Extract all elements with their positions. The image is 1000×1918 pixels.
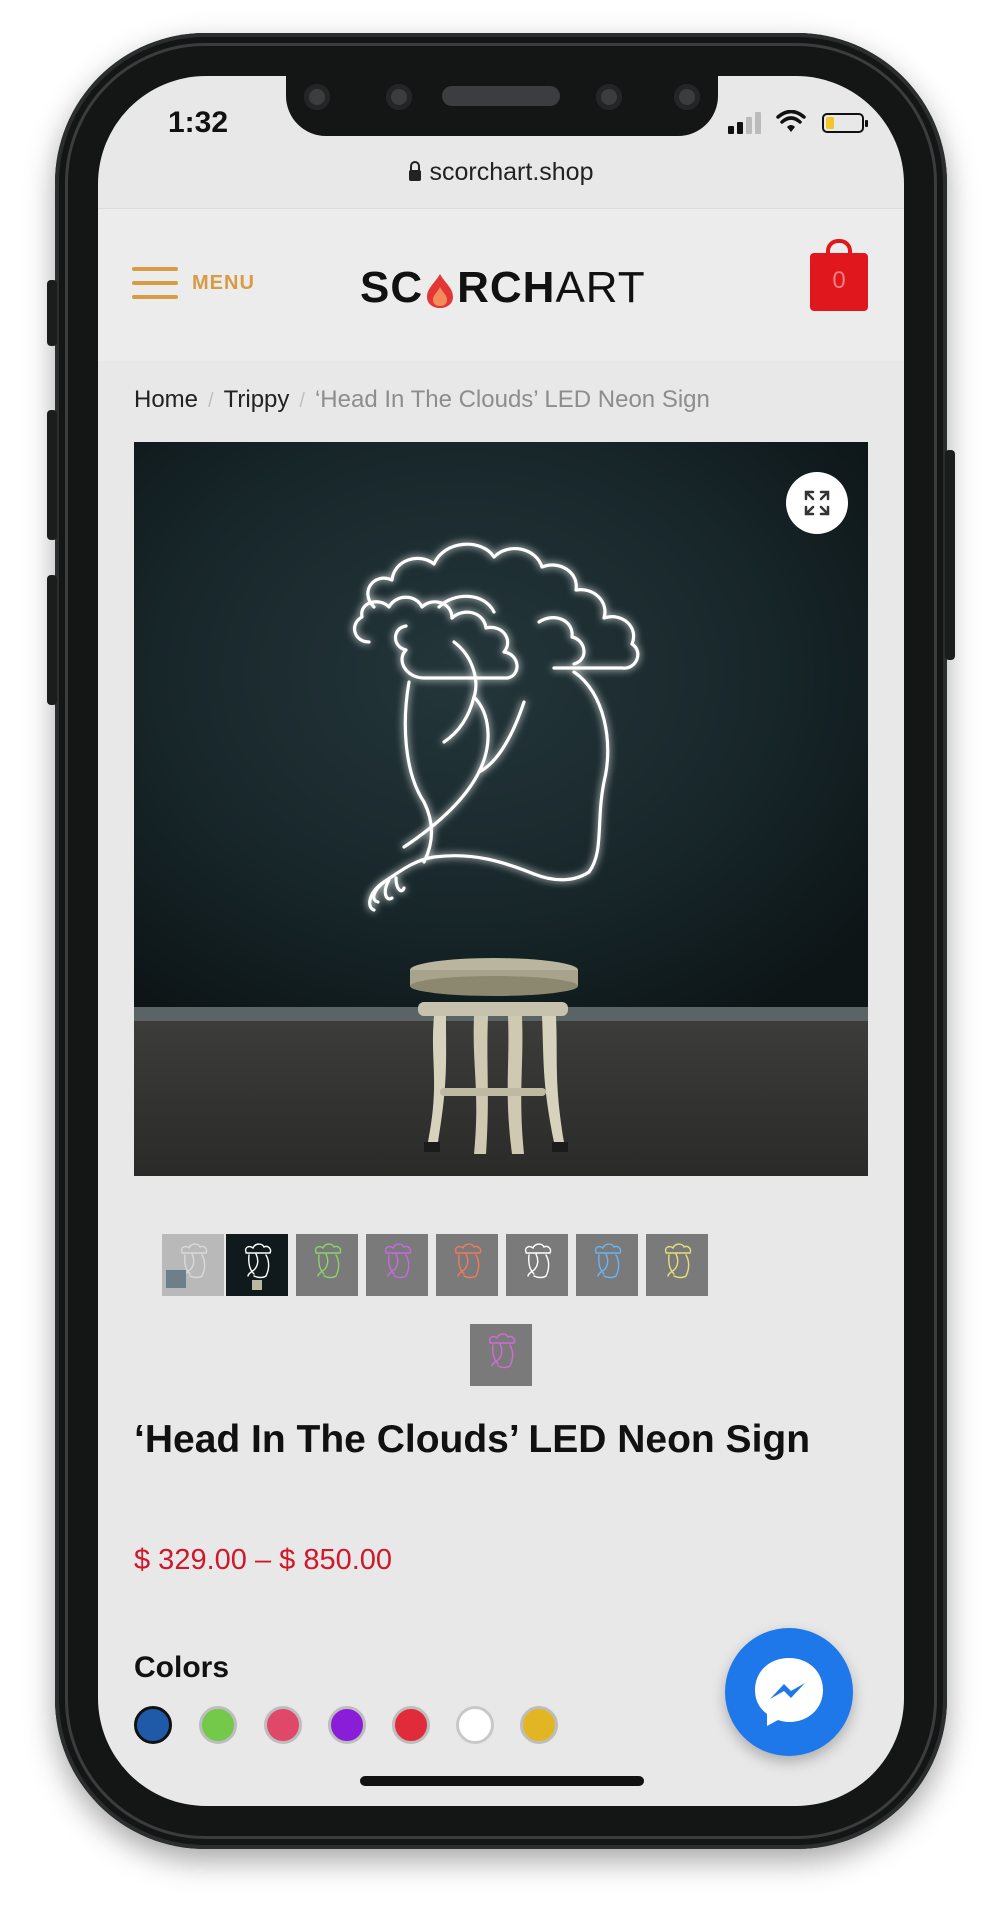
colors-label: Colors [134,1651,230,1684]
cellular-signal-icon [728,112,761,134]
expand-icon [804,490,830,516]
battery-icon [822,113,868,133]
flame-icon [425,270,455,308]
phone-power-button [945,450,955,660]
thumbnail-6[interactable] [506,1234,568,1296]
thumbnail-8[interactable] [646,1234,708,1296]
address-bar[interactable]: scorchart.shop [98,158,904,187]
thumbnail-7[interactable] [576,1234,638,1296]
wifi-icon [776,110,806,132]
phone-mute-switch [47,280,57,346]
thumbnail-3[interactable] [296,1234,358,1296]
product-price: $ 329.00 – $ 850.00 [134,1544,393,1576]
menu-label: MENU [192,271,255,294]
menu-button[interactable]: MENU [132,267,255,299]
breadcrumb-home[interactable]: Home [134,386,198,413]
color-swatch-6[interactable] [456,1706,494,1744]
color-swatch-7[interactable] [520,1706,558,1744]
phone-volume-down [47,575,57,705]
hamburger-icon [132,267,178,299]
neon-sign-photo [134,442,868,1176]
lock-icon [408,161,421,181]
breadcrumb-category[interactable]: Trippy [224,386,290,413]
zoom-button[interactable] [786,472,848,534]
messenger-chat-button[interactable] [725,1628,853,1756]
home-indicator[interactable] [360,1776,644,1786]
thumbnail-4[interactable] [366,1234,428,1296]
thumbnail-2[interactable] [226,1234,288,1296]
color-swatch-4[interactable] [328,1706,366,1744]
site-header: MENU SC RCH ART 0 [98,208,904,361]
thumbnail-9[interactable] [470,1324,532,1386]
messenger-icon [755,1658,823,1726]
status-time: 1:32 [168,106,229,139]
color-swatch-1[interactable] [134,1706,172,1744]
breadcrumb-current: ‘Head In The Clouds’ LED Neon Sign [314,386,710,413]
thumbnail-5[interactable] [436,1234,498,1296]
status-bar: 1:32 [98,76,904,156]
phone-volume-up [47,410,57,540]
url-text: scorchart.shop [429,158,594,186]
cart-count: 0 [832,267,846,294]
color-swatch-2[interactable] [199,1706,237,1744]
site-logo[interactable]: SC RCH ART [360,263,646,313]
thumbnail-1[interactable] [162,1234,224,1296]
color-swatch-3[interactable] [264,1706,302,1744]
phone-screen: 1:32 scorchart.shop MENU SC RCH ART 0 Ho… [98,76,904,1806]
cart-button[interactable]: 0 [810,239,868,311]
product-title: ‘Head In The Clouds’ LED Neon Sign [134,1418,811,1461]
breadcrumb: Home / Trippy / ‘Head In The Clouds’ LED Neo… [134,386,710,413]
color-swatch-5[interactable] [392,1706,430,1744]
product-main-image[interactable] [134,442,868,1176]
